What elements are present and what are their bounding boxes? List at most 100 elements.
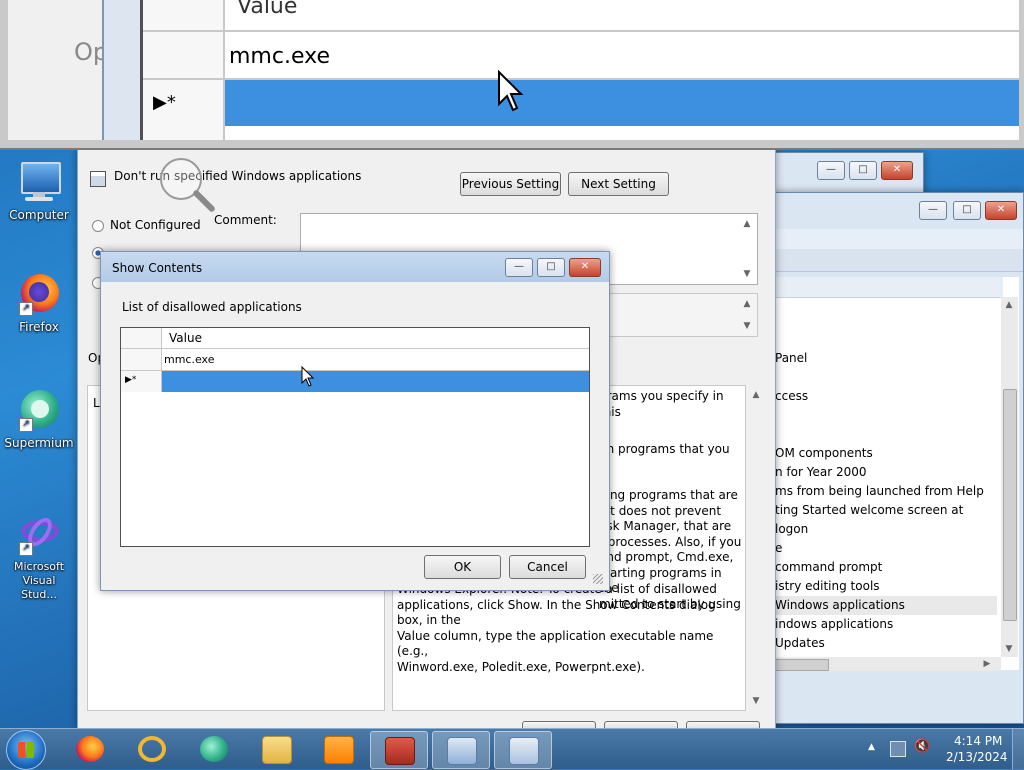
tree-panel: Panel ccess OM components n for Year 200… bbox=[773, 277, 1019, 671]
folder-icon bbox=[262, 736, 292, 764]
tree-item[interactable]: command prompt bbox=[775, 558, 997, 577]
cell-value[interactable]: mmc.exe bbox=[164, 353, 215, 366]
column-header-label: Value bbox=[169, 331, 202, 345]
taskbar-magnifier[interactable] bbox=[494, 731, 552, 769]
close-button[interactable]: ✕ bbox=[985, 201, 1017, 220]
help-line: . bbox=[599, 457, 745, 473]
help-line: grams you specify in this bbox=[599, 389, 724, 419]
scroll-right-icon[interactable]: ▶ bbox=[979, 656, 995, 672]
resize-grip-icon[interactable] bbox=[593, 574, 603, 584]
minimize-button[interactable]: — bbox=[817, 161, 845, 180]
close-button[interactable]: ✕ bbox=[881, 161, 913, 180]
magnified-cursor-icon bbox=[498, 70, 524, 112]
scrollbar-thumb[interactable] bbox=[773, 659, 829, 671]
tree-item[interactable]: OM components bbox=[775, 444, 997, 463]
show-desktop-button[interactable] bbox=[1012, 729, 1024, 769]
firefox-icon bbox=[76, 736, 104, 762]
tree-item[interactable]: istry editing tools bbox=[775, 577, 997, 596]
tree-item[interactable]: e bbox=[775, 539, 997, 558]
radio-label: Not Configured bbox=[110, 218, 201, 232]
internet-explorer-icon bbox=[138, 736, 166, 762]
magnified-cell-value: mmc.exe bbox=[229, 44, 330, 69]
taskbar-explorer[interactable] bbox=[248, 731, 304, 767]
tree-item[interactable]: ccess bbox=[775, 387, 997, 406]
tree-item[interactable]: Updates bbox=[775, 634, 997, 653]
tree-item[interactable]: ting Started welcome screen at logon bbox=[775, 501, 997, 539]
firefox-icon: ↗ bbox=[17, 272, 61, 316]
background-window-back: — □ ✕ bbox=[772, 152, 924, 194]
tree-item[interactable]: Windows applications bbox=[775, 596, 997, 615]
magnified-column-header: Value bbox=[237, 0, 298, 19]
close-button[interactable]: ✕ bbox=[569, 258, 601, 277]
show-contents-dialog: Show Contents — □ ✕ List of disallowed a… bbox=[100, 251, 610, 591]
taskbar-firefox[interactable] bbox=[62, 731, 118, 767]
desktop-icon-label: Firefox bbox=[19, 320, 59, 334]
show-hidden-icons-icon[interactable]: ▲ bbox=[868, 742, 875, 752]
help-line: ask Manager, that are bbox=[599, 519, 732, 533]
taskbar-group-policy[interactable] bbox=[432, 731, 490, 769]
vertical-scrollbar[interactable]: ▲ ▼ bbox=[1001, 297, 1018, 657]
scroll-up-icon[interactable]: ▲ bbox=[739, 296, 755, 312]
scroll-up-icon[interactable]: ▲ bbox=[1001, 297, 1017, 313]
shortcut-arrow-icon: ↗ bbox=[19, 302, 33, 316]
ok-button[interactable]: OK bbox=[424, 555, 501, 579]
desktop-icon-firefox[interactable]: ↗ Firefox bbox=[3, 272, 75, 334]
tree-list: Panel ccess OM components n for Year 200… bbox=[775, 349, 997, 653]
help-text-full: Windows Explorer. Note: To create a list… bbox=[397, 582, 741, 675]
new-row-cell-selected[interactable] bbox=[162, 371, 589, 392]
tree-item[interactable]: ms from being launched from Help bbox=[775, 482, 997, 501]
taskbar-internet-explorer[interactable] bbox=[124, 731, 180, 767]
row-header-new[interactable]: ▶* bbox=[121, 371, 162, 392]
maximize-button[interactable]: □ bbox=[537, 258, 565, 277]
shortcut-arrow-icon: ↗ bbox=[19, 542, 33, 556]
tree-item[interactable]: n for Year 2000 bbox=[775, 463, 997, 482]
tree-item[interactable]: indows applications bbox=[775, 615, 997, 634]
desktop-icon-label: Computer bbox=[9, 208, 69, 222]
maximize-button[interactable]: □ bbox=[953, 201, 981, 220]
network-icon[interactable] bbox=[890, 741, 906, 757]
horizontal-scrollbar[interactable]: ▶ bbox=[773, 657, 1001, 671]
clock-time[interactable]: 4:14 PM bbox=[954, 734, 1002, 748]
scroll-up-icon[interactable]: ▲ bbox=[739, 216, 755, 232]
scroll-down-icon[interactable]: ▼ bbox=[1001, 641, 1017, 657]
column-header-value[interactable]: Value bbox=[162, 328, 589, 349]
list-label: List of disallowed applications bbox=[122, 300, 302, 314]
scroll-up-icon[interactable]: ▲ bbox=[748, 387, 764, 403]
menu-bar bbox=[773, 229, 1023, 250]
tree-item[interactable] bbox=[775, 425, 997, 444]
volume-muted-icon[interactable]: 🔇 bbox=[914, 739, 930, 754]
background-window-front: — □ ✕ Panel ccess OM components n for Ye… bbox=[772, 192, 1024, 724]
row-header[interactable] bbox=[121, 349, 162, 371]
previous-setting-button[interactable]: Previous Setting bbox=[460, 172, 561, 196]
desktop-icon-visual-studio[interactable]: ↗ Microsoft Visual Stud... bbox=[3, 512, 75, 602]
tree-item[interactable] bbox=[775, 406, 997, 425]
minimize-button[interactable]: — bbox=[505, 258, 533, 277]
scroll-down-icon[interactable]: ▼ bbox=[748, 693, 764, 709]
group-policy-icon bbox=[447, 737, 477, 765]
start-button[interactable] bbox=[6, 730, 46, 770]
scroll-down-icon[interactable]: ▼ bbox=[739, 266, 755, 282]
tree-item[interactable] bbox=[775, 368, 997, 387]
desktop-icon-computer[interactable]: Computer bbox=[3, 160, 75, 222]
magnified-selected-cell bbox=[225, 80, 1019, 126]
taskbar-supermium[interactable] bbox=[186, 731, 242, 767]
taskbar-media-player[interactable] bbox=[310, 731, 366, 767]
tree-item[interactable]: Panel bbox=[775, 349, 997, 368]
magnifier-view: Op Value mmc.exe ▶* bbox=[0, 0, 1024, 150]
minimize-button[interactable]: — bbox=[919, 201, 947, 220]
values-grid: Value mmc.exe ▶* bbox=[120, 327, 590, 547]
visual-studio-icon: ↗ bbox=[17, 512, 61, 556]
maximize-button[interactable]: □ bbox=[849, 161, 877, 180]
clock-date[interactable]: 2/13/2024 bbox=[946, 750, 1008, 764]
next-setting-button[interactable]: Next Setting bbox=[568, 172, 669, 196]
scrollbar-thumb[interactable] bbox=[1003, 389, 1017, 621]
magnifier-icon bbox=[509, 737, 539, 765]
taskbar-toolbox[interactable] bbox=[370, 731, 428, 769]
magnified-row-header-col bbox=[143, 0, 225, 140]
cancel-button[interactable]: Cancel bbox=[509, 555, 586, 579]
table-row[interactable]: mmc.exe bbox=[162, 349, 589, 371]
radio-circle[interactable] bbox=[92, 220, 104, 232]
scroll-down-icon[interactable]: ▼ bbox=[739, 318, 755, 334]
desktop-icon-supermium[interactable]: ↗ Supermium bbox=[3, 388, 75, 450]
help-line: applications, click Show. In the Show Co… bbox=[397, 597, 716, 628]
